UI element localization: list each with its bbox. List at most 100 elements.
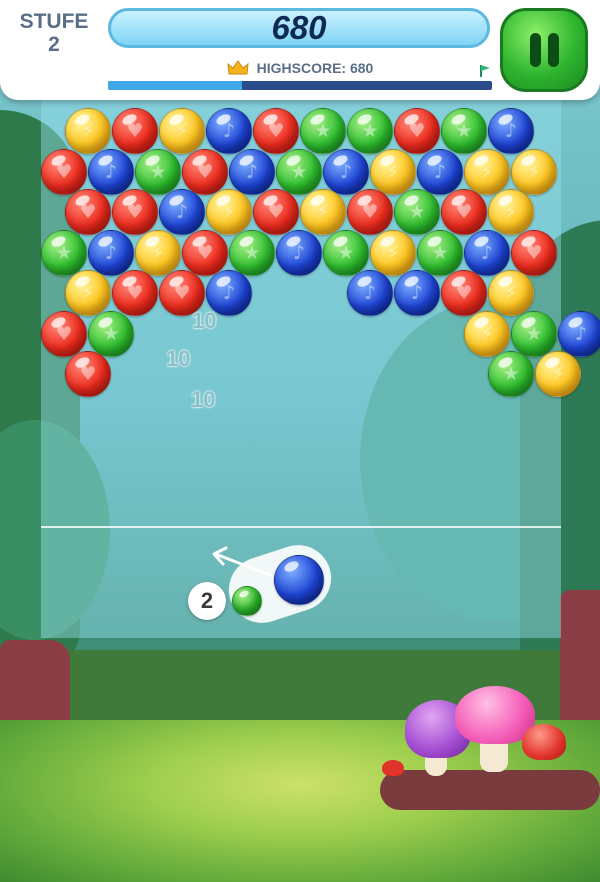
blue-symbol-icon: ♪ <box>104 241 118 264</box>
bubble-yellow: ⚡ <box>464 148 510 195</box>
bubble-red: ♥ <box>112 270 158 316</box>
red-symbol-icon: ♥ <box>79 201 97 223</box>
bubble-yellow: ⚡ <box>464 310 510 357</box>
level-label: STUFE <box>19 10 89 33</box>
bubble-yellow: ⚡ <box>370 148 416 195</box>
pause-button[interactable] <box>500 8 588 92</box>
bubble-green: ★ <box>135 148 181 195</box>
bubble-red: ♥ <box>253 108 299 154</box>
blue-symbol-icon: ♪ <box>175 201 189 223</box>
points-popup: 10 <box>192 308 217 333</box>
blue-symbol-icon: ♪ <box>245 160 259 183</box>
crown-icon <box>227 60 249 75</box>
yellow-symbol-icon: ⚡ <box>151 241 165 264</box>
level-indicator: STUFE 2 <box>8 10 100 56</box>
bubble-red: ♥ <box>65 351 111 397</box>
green-symbol-icon: ★ <box>431 241 449 264</box>
bubble-red: ♥ <box>182 148 228 195</box>
bubble-green: ★ <box>441 108 487 154</box>
bubble-yellow: ⚡ <box>488 270 534 316</box>
next-bubble[interactable] <box>232 586 262 616</box>
yellow-symbol-icon: ⚡ <box>504 201 518 223</box>
blue-symbol-icon: ♪ <box>433 160 447 183</box>
bubble-blue: ♪ <box>417 148 463 195</box>
bubble-yellow: ⚡ <box>488 189 534 235</box>
bubble-yellow: ⚡ <box>135 229 181 276</box>
aim-arrow-icon <box>212 546 272 577</box>
bubble-green: ★ <box>511 310 557 357</box>
yellow-symbol-icon: ⚡ <box>504 282 518 304</box>
green-symbol-icon: ★ <box>290 160 308 183</box>
red-symbol-icon: ♥ <box>361 201 379 223</box>
green-symbol-icon: ★ <box>455 120 473 142</box>
yellow-symbol-icon: ⚡ <box>175 120 189 142</box>
red-symbol-icon: ♥ <box>55 160 73 183</box>
green-symbol-icon: ★ <box>102 322 120 345</box>
yellow-symbol-icon: ⚡ <box>527 160 541 183</box>
bubble-red: ♥ <box>182 229 228 276</box>
yellow-symbol-icon: ⚡ <box>222 201 236 223</box>
bubble-green: ★ <box>488 351 534 397</box>
blue-symbol-icon: ♪ <box>410 282 424 304</box>
bubble-green: ★ <box>417 229 463 276</box>
bubble-red: ♥ <box>441 189 487 235</box>
blue-symbol-icon: ♪ <box>104 160 118 183</box>
bubble-green: ★ <box>323 229 369 276</box>
blue-symbol-icon: ♪ <box>574 322 588 345</box>
level-value: 2 <box>48 33 60 56</box>
green-symbol-icon: ★ <box>361 120 379 142</box>
bubble-yellow: ⚡ <box>65 108 111 154</box>
bubble-red: ♥ <box>112 189 158 235</box>
green-symbol-icon: ★ <box>55 241 73 264</box>
red-symbol-icon: ♥ <box>267 120 285 142</box>
blue-symbol-icon: ♪ <box>339 160 353 183</box>
mushroom-red <box>522 724 566 760</box>
bubble-green: ★ <box>300 108 346 154</box>
bubble-red: ♥ <box>347 189 393 235</box>
yellow-symbol-icon: ⚡ <box>480 322 494 345</box>
blue-symbol-icon: ♪ <box>504 120 518 142</box>
bubble-red: ♥ <box>65 189 111 235</box>
blue-symbol-icon: ♪ <box>480 241 494 264</box>
bubble-blue: ♪ <box>464 229 510 276</box>
pause-icon-bar <box>548 33 559 67</box>
bubble-blue: ♪ <box>206 108 252 154</box>
bubble-blue: ♪ <box>347 270 393 316</box>
blue-symbol-icon: ♪ <box>222 120 236 142</box>
highscore-text: HIGHSCORE: 680 <box>256 60 374 76</box>
current-bubble[interactable] <box>274 555 324 605</box>
red-symbol-icon: ♥ <box>267 201 285 223</box>
bubble-red: ♥ <box>441 270 487 316</box>
bubble-yellow: ⚡ <box>300 189 346 235</box>
bubble-yellow: ⚡ <box>511 148 557 195</box>
danger-line <box>41 526 561 528</box>
bubble-red: ♥ <box>112 108 158 154</box>
yellow-symbol-icon: ⚡ <box>551 363 565 385</box>
red-symbol-icon: ♥ <box>126 120 144 142</box>
red-symbol-icon: ♥ <box>196 241 214 264</box>
tree-roots <box>380 770 600 810</box>
bubble-yellow: ⚡ <box>159 108 205 154</box>
red-symbol-icon: ♥ <box>196 160 214 183</box>
bubble-yellow: ⚡ <box>535 351 581 397</box>
green-symbol-icon: ★ <box>337 241 355 264</box>
bubble-red: ♥ <box>394 108 440 154</box>
green-symbol-icon: ★ <box>149 160 167 183</box>
bubble-red: ♥ <box>511 229 557 276</box>
points-popup: 10 <box>191 387 216 412</box>
blue-symbol-icon: ♪ <box>363 282 377 304</box>
bubble-blue: ♪ <box>323 148 369 195</box>
red-symbol-icon: ♥ <box>408 120 426 142</box>
yellow-symbol-icon: ⚡ <box>81 120 95 142</box>
score-progress-bar <box>108 81 492 90</box>
bubble-green: ★ <box>229 229 275 276</box>
red-symbol-icon: ♥ <box>79 363 97 385</box>
blue-symbol-icon: ♪ <box>292 241 306 264</box>
green-symbol-icon: ★ <box>525 322 543 345</box>
remaining-shots-counter: 2 <box>188 582 226 620</box>
bubble-blue: ♪ <box>229 148 275 195</box>
red-symbol-icon: ♥ <box>126 282 144 304</box>
mushroom-small-red <box>382 760 404 776</box>
bubble-yellow: ⚡ <box>65 270 111 316</box>
bubble-blue: ♪ <box>488 108 534 154</box>
